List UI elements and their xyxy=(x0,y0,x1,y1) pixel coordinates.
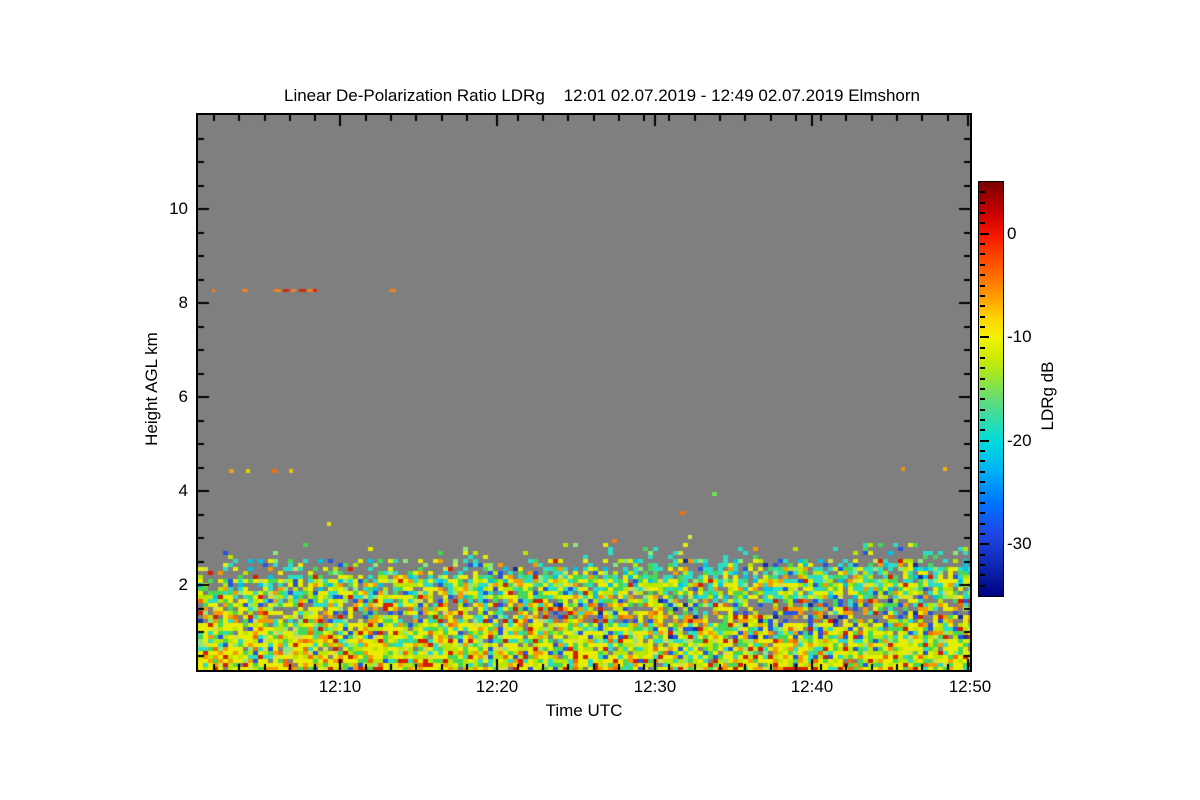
colorbar-tick xyxy=(980,584,985,587)
colorbar-tick xyxy=(980,470,985,473)
colorbar-tick xyxy=(980,460,985,463)
colorbar-tick xyxy=(980,491,985,494)
colorbar-tick xyxy=(980,450,985,453)
y-tick-label: 6 xyxy=(178,387,188,406)
colorbar-tick xyxy=(980,222,985,225)
colorbar-tick xyxy=(980,512,985,515)
colorbar-tick xyxy=(980,532,985,535)
colorbar-tick xyxy=(980,212,985,215)
colorbar-tick xyxy=(980,543,989,546)
colorbar-tick xyxy=(980,305,985,308)
colorbar-tick xyxy=(980,367,985,370)
x-axis-label: Time UTC xyxy=(545,701,623,720)
x-tick-label: 12:50 xyxy=(948,677,992,696)
colorbar-tick xyxy=(980,419,985,422)
colorbar-tick xyxy=(980,553,985,556)
colorbar-tick xyxy=(980,522,985,525)
colorbar-tick-label: -30 xyxy=(1007,534,1032,554)
colorbar-tick xyxy=(980,408,985,411)
colorbar-tick xyxy=(980,574,985,577)
colorbar-tick xyxy=(980,315,985,318)
colorbar-tick xyxy=(980,439,989,442)
colorbar-tick xyxy=(980,294,985,297)
heatmap-canvas xyxy=(198,115,970,670)
colorbar-tick xyxy=(980,253,985,256)
colorbar-tick-label: -10 xyxy=(1007,327,1032,347)
colorbar-tick-label: -20 xyxy=(1007,430,1032,450)
y-tick-label: 10 xyxy=(169,199,188,218)
colorbar-tick xyxy=(980,191,985,194)
y-tick-label: 8 xyxy=(178,293,188,312)
colorbar-tick xyxy=(980,563,985,566)
y-tick-label: 4 xyxy=(178,481,188,500)
colorbar-tick xyxy=(980,201,985,204)
colorbar-tick xyxy=(980,429,985,432)
colorbar-tick xyxy=(980,325,985,328)
colorbar-tick xyxy=(980,377,985,380)
y-tick-label: 2 xyxy=(178,575,188,594)
x-tick-label: 12:40 xyxy=(790,677,834,696)
x-tick-label: 12:20 xyxy=(475,677,519,696)
colorbar-tick xyxy=(980,356,985,359)
colorbar-tick-label: 0 xyxy=(1007,223,1017,243)
colorbar-tick xyxy=(980,336,989,339)
colorbar-tick xyxy=(980,263,985,266)
colorbar-tick xyxy=(980,232,989,235)
colorbar-tick xyxy=(980,284,985,287)
plot-title: Linear De-Polarization Ratio LDRg 12:01 … xyxy=(283,86,920,105)
x-tick-label: 12:30 xyxy=(633,677,677,696)
colorbar-tick xyxy=(980,398,985,401)
colorbar-tick xyxy=(980,501,985,504)
x-tick-label: 12:10 xyxy=(318,677,362,696)
colorbar-tick xyxy=(980,481,985,484)
colorbar-tick xyxy=(980,243,985,246)
colorbar-tick xyxy=(980,388,985,390)
figure: Linear De-Polarization Ratio LDRg 12:01 … xyxy=(0,0,1200,800)
colorbar-tick xyxy=(980,346,985,349)
colorbar-tick xyxy=(980,274,985,277)
